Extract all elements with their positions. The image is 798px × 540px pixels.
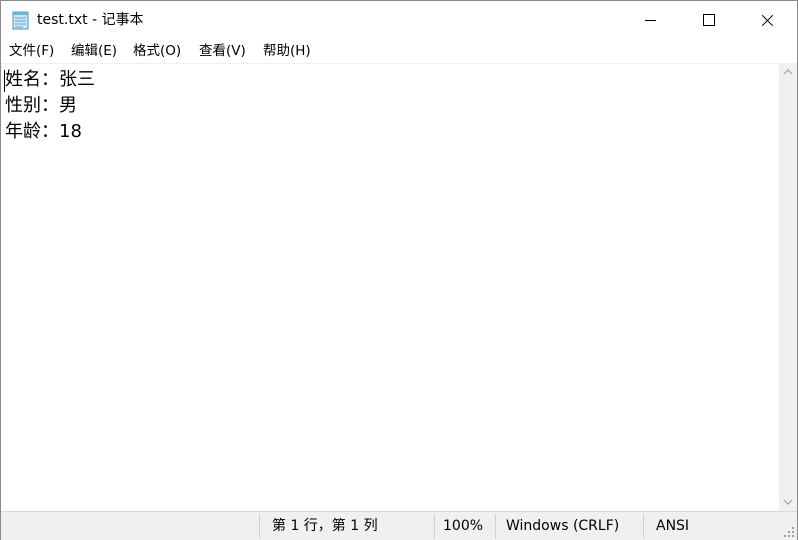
zoom-level: 100% [443, 518, 484, 534]
close-button[interactable] [738, 1, 796, 39]
resize-grip-icon[interactable] [783, 526, 795, 538]
status-bar: 第 1 行，第 1 列 100% Windows (CRLF) ANSI [1, 511, 797, 540]
menu-bar: 文件(F) 编辑(E) 格式(O) 查看(V) 帮助(H) [1, 39, 797, 63]
title-bar[interactable]: test.txt - 记事本 [1, 1, 797, 39]
menu-file[interactable]: 文件(F) [9, 42, 54, 60]
notepad-window: test.txt - 记事本 文件(F) 编辑(E) 格式(O) 查看(V) 帮… [0, 0, 798, 540]
maximize-button[interactable] [679, 1, 737, 39]
status-divider [259, 514, 260, 538]
window-title: test.txt - 记事本 [37, 12, 144, 28]
notepad-icon [12, 11, 29, 30]
menu-format[interactable]: 格式(O) [133, 42, 181, 60]
scroll-down-arrow-icon[interactable] [783, 497, 793, 507]
status-divider [643, 514, 644, 538]
menu-view[interactable]: 查看(V) [199, 42, 246, 60]
minimize-button[interactable] [621, 1, 679, 39]
text-line: 姓名：张三 [5, 69, 95, 90]
text-line: 性别：男 [5, 95, 77, 116]
line-ending: Windows (CRLF) [506, 518, 620, 534]
encoding: ANSI [656, 518, 690, 534]
menu-help[interactable]: 帮助(H) [263, 42, 311, 60]
menu-edit[interactable]: 编辑(E) [71, 42, 117, 60]
status-divider [434, 514, 435, 538]
text-editor[interactable]: 姓名：张三 性别：男 年龄：18 [1, 63, 779, 512]
cursor-position: 第 1 行，第 1 列 [272, 518, 378, 534]
text-line: 年龄：18 [5, 121, 82, 142]
scroll-up-arrow-icon[interactable] [783, 67, 793, 77]
status-divider [495, 514, 496, 538]
vertical-scrollbar[interactable] [779, 63, 797, 511]
